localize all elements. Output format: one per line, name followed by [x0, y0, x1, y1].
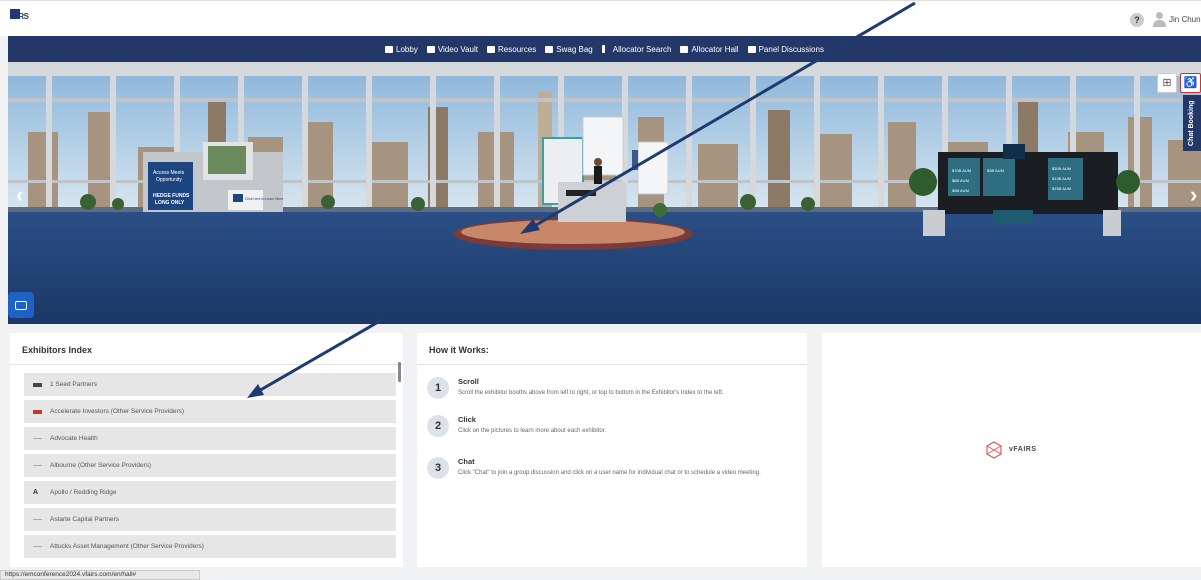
status-bar-url: https://emconference2024.vfairs.com/en/h…: [0, 570, 200, 580]
accessibility-button[interactable]: ♿: [1180, 73, 1201, 93]
step-number: 3: [427, 457, 449, 479]
carousel-next-arrow[interactable]: ›: [1190, 182, 1197, 208]
panel-icon: [747, 45, 756, 53]
booth-left-line1: Access Meets: [153, 170, 185, 176]
nav-label: Panel Discussions: [758, 44, 824, 54]
top-bar: TRS ? Jin Chun ▾: [0, 0, 1201, 36]
aum-label: $13B AUM: [1052, 176, 1071, 181]
how-it-works-title: How it Works:: [417, 333, 807, 365]
exhibitor-logo: [33, 409, 42, 414]
exhibitor-name: Albourne (Other Service Providers): [50, 462, 152, 469]
step-title: Chat: [458, 457, 475, 466]
nav-label: Resources: [498, 44, 537, 54]
step-title: Scroll: [458, 377, 479, 386]
booth-left-line3: HEDGE FUNDS: [153, 193, 190, 199]
exhibitor-logo: [33, 546, 42, 547]
chat-booking-tab[interactable]: Chat Booking: [1183, 95, 1201, 151]
nav-item-lobby[interactable]: Lobby: [385, 45, 418, 54]
main-nav: Lobby Video Vault Resources Swag Bag All…: [8, 36, 1201, 62]
video-icon: [426, 45, 435, 53]
user-avatar-icon[interactable]: [1152, 12, 1166, 28]
exhibitor-name: Accelerate Investors (Other Service Prov…: [50, 408, 185, 415]
exhibitor-name: Attucks Asset Management (Other Service …: [50, 543, 204, 550]
booth-left-line4: LONG ONLY: [155, 200, 185, 206]
exhibitors-index-panel: Exhibitors Index 1 Seed Partners Acceler…: [10, 333, 403, 567]
exhibitor-logo: [33, 465, 42, 466]
nav-label: Swag Bag: [556, 44, 593, 54]
chat-button[interactable]: [8, 292, 34, 318]
exhibit-hall-scene[interactable]: Access Meets Opportunity HEDGE FUNDS LON…: [8, 62, 1201, 324]
exhibitor-row[interactable]: Advocate Health: [24, 427, 396, 450]
user-menu[interactable]: Jin Chun ▾: [1169, 15, 1201, 24]
step-title: Click: [458, 415, 476, 424]
sponsor-panel: vFAIRS: [822, 333, 1201, 567]
nav-item-video-vault[interactable]: Video Vault: [426, 44, 479, 54]
step-description: Click on the pictures to learn more abou…: [458, 428, 607, 434]
grid-view-button[interactable]: ⊞: [1157, 73, 1177, 93]
aum-label: $3B AUM: [987, 168, 1004, 173]
carousel-prev-arrow[interactable]: ‹: [16, 182, 23, 208]
nav-label: Lobby: [396, 44, 418, 54]
aum-label: $6B AUM: [952, 178, 969, 183]
chat-bubble-icon: [15, 300, 27, 310]
exhibitor-row[interactable]: Accelerate Investors (Other Service Prov…: [24, 400, 396, 423]
vfairs-logo-icon: [986, 441, 1002, 459]
booth-right[interactable]: [909, 144, 1140, 236]
nav-label: Allocator Search: [612, 44, 672, 54]
hall-illustration: Access Meets Opportunity HEDGE FUNDS LON…: [8, 62, 1201, 324]
folder-icon: [487, 45, 496, 53]
how-it-works-panel: How it Works: 1 Scroll Scroll the exhibi…: [417, 333, 807, 567]
step-number: 2: [427, 415, 449, 437]
exhibitor-row[interactable]: Albourne (Other Service Providers): [24, 454, 396, 477]
aum-label: $5B AUM: [952, 188, 969, 193]
exhibitor-row[interactable]: Astarte Capital Partners: [24, 508, 396, 531]
logo-text: TRS: [14, 12, 29, 21]
aum-label: $15B AUM: [1052, 186, 1071, 191]
step-description: Click "Chat" to join a group discussion …: [458, 470, 761, 476]
nav-item-resources[interactable]: Resources: [487, 45, 536, 54]
nav-item-allocator-hall[interactable]: Allocator Hall: [680, 44, 739, 54]
nav-item-allocator-search[interactable]: Allocator Search: [601, 44, 672, 54]
aum-label: $30B AUM: [1052, 166, 1071, 171]
step-number: 1: [427, 377, 449, 399]
exhibitor-row[interactable]: 1 Seed Partners: [24, 373, 396, 396]
exhibitor-logo: [33, 438, 42, 439]
nav-label: Allocator Hall: [691, 44, 739, 54]
exhibitor-row[interactable]: Attucks Asset Management (Other Service …: [24, 535, 396, 558]
exhibitor-logo: [33, 382, 42, 387]
exhibitor-name: Advocate Health: [50, 435, 98, 442]
nav-label: Video Vault: [437, 44, 479, 54]
vfairs-logo-text: vFAIRS: [1009, 446, 1037, 453]
exhibitor-logo: A: [33, 489, 39, 496]
trs-logo[interactable]: TRS: [10, 9, 30, 29]
aum-label: $70B AUM: [952, 168, 971, 173]
exhibitor-logo: [33, 519, 42, 520]
nav-item-panel-discussions[interactable]: Panel Discussions: [747, 44, 824, 54]
bag-icon: [545, 45, 554, 53]
help-button[interactable]: ?: [1130, 13, 1144, 27]
hall-icon: [680, 45, 689, 53]
exhibitor-row[interactable]: A Apollo / Redding Ridge: [24, 481, 396, 504]
exhibitors-index-title: Exhibitors Index: [10, 333, 403, 365]
step-description: Scroll the exhibitor booths above from l…: [458, 390, 724, 396]
exhibitor-name: Astarte Capital Partners: [50, 516, 120, 523]
lobby-icon: [385, 45, 394, 53]
exhibitor-list: 1 Seed Partners Accelerate Investors (Ot…: [24, 373, 396, 562]
nav-item-swag-bag[interactable]: Swag Bag: [545, 44, 593, 54]
exhibitor-name: Apollo / Redding Ridge: [50, 489, 117, 496]
booth-left-line2: Opportunity: [156, 177, 182, 183]
filter-icon: [601, 45, 610, 53]
exhibitor-name: 1 Seed Partners: [50, 381, 97, 388]
booth-left-cta: Click here to Learn More: [245, 197, 283, 201]
exhibitor-list-scrollbar[interactable]: [398, 362, 401, 382]
